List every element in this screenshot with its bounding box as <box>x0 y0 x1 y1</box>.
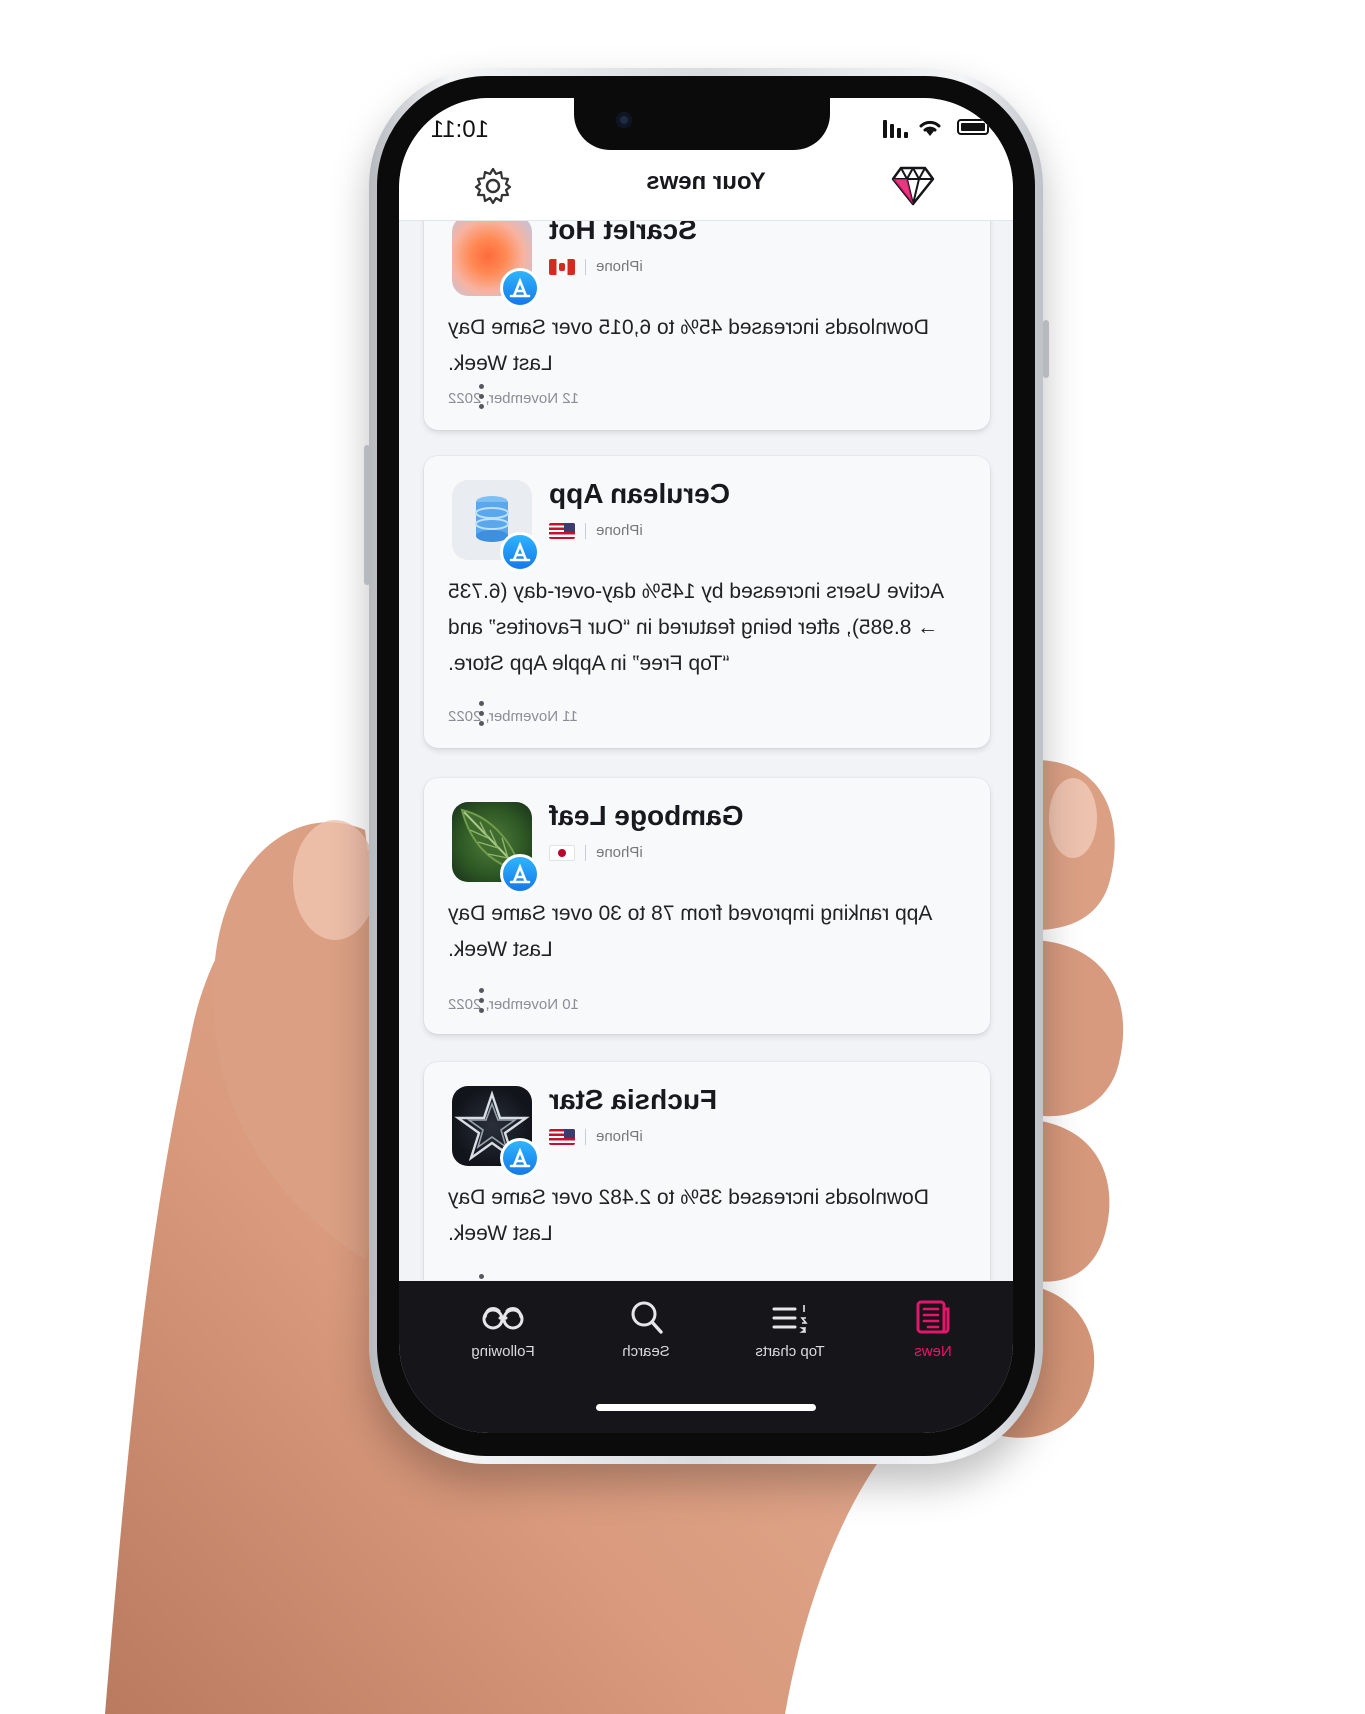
usa-flag <box>549 1128 575 1145</box>
news-text: Downloads increased 35% to 2.482 over Sa… <box>448 1186 929 1245</box>
tab-top-charts[interactable]: Top charts <box>730 1299 850 1360</box>
volume-up-button <box>1043 320 1049 378</box>
tab-label: News <box>914 1343 952 1360</box>
battery-icon <box>957 119 989 135</box>
app-meta: iPhone <box>549 1128 643 1145</box>
app-meta: iPhone <box>549 522 643 539</box>
newspaper-icon <box>916 1300 950 1334</box>
power-button <box>364 445 370 585</box>
news-date: 10 November, 2022 <box>448 996 579 1013</box>
app-meta: iPhone <box>549 844 643 861</box>
more-options-icon[interactable] <box>478 988 484 1013</box>
app-name: Fuchsia Star <box>549 1084 718 1115</box>
news-feed[interactable]: Scarlet Hot iPhone Downloads increased 4… <box>399 220 1013 1280</box>
news-card[interactable]: Cerulean App iPhone Active Users increas… <box>424 456 990 748</box>
news-text: Active Users increased by 145% day-over-… <box>448 580 945 675</box>
tab-news[interactable]: News <box>873 1299 993 1360</box>
news-card[interactable]: Scarlet Hot iPhone Downloads increased 4… <box>424 220 990 430</box>
cellular-signal-icon <box>883 120 908 138</box>
home-indicator[interactable] <box>596 1404 816 1411</box>
news-card[interactable]: Fuchsia Star iPhone Downloads increased … <box>424 1062 990 1280</box>
gear-icon[interactable] <box>473 166 513 206</box>
mirrored-photo: 10:11 Your news Scarlet Hot iPhone Downl… <box>0 0 1365 1714</box>
usa-flag <box>549 522 575 539</box>
news-card[interactable]: Gamboge Leaf iPhone App ranking improved… <box>424 778 990 1034</box>
app-store-icon <box>500 532 540 572</box>
app-name: Scarlet Hot <box>549 220 697 245</box>
binoculars-icon <box>482 1307 524 1330</box>
platform-label: iPhone <box>596 258 643 275</box>
news-text: Downloads increased 45% to 6,015 over Sa… <box>448 316 929 375</box>
tab-search[interactable]: Search <box>586 1299 706 1360</box>
app-name: Cerulean App <box>549 478 730 509</box>
notch <box>574 98 830 150</box>
phone-screen: 10:11 Your news Scarlet Hot iPhone Downl… <box>399 98 1013 1433</box>
app-name: Gamboge Leaf <box>549 800 744 831</box>
news-text: App ranking improved from 78 to 30 over … <box>448 902 933 961</box>
search-icon <box>631 1301 663 1334</box>
app-store-icon <box>500 268 540 308</box>
bottom-tab-bar: News Top charts Search Following <box>399 1281 1013 1433</box>
status-time: 10:11 <box>430 116 489 143</box>
platform-label: iPhone <box>596 522 643 539</box>
canada-flag <box>549 258 575 275</box>
app-store-icon <box>500 854 540 894</box>
ranked-list-icon <box>772 1305 808 1333</box>
platform-label: iPhone <box>596 844 643 861</box>
app-meta: iPhone <box>549 258 643 275</box>
front-camera <box>616 112 632 128</box>
wifi-icon <box>919 120 941 136</box>
more-options-icon[interactable] <box>478 1274 484 1280</box>
more-options-icon[interactable] <box>478 701 484 726</box>
tab-following[interactable]: Following <box>443 1299 563 1360</box>
news-date: 12 November, 2022 <box>448 390 579 407</box>
more-options-icon[interactable] <box>478 384 484 409</box>
japan-flag <box>549 844 575 861</box>
tab-label: Search <box>622 1343 670 1360</box>
news-date: 11 November, 2022 <box>448 708 578 725</box>
app-header: Your news <box>399 154 1013 221</box>
tab-label: Top charts <box>755 1343 825 1360</box>
tab-label: Following <box>471 1343 535 1360</box>
app-store-icon <box>500 1138 540 1178</box>
platform-label: iPhone <box>596 1128 643 1145</box>
